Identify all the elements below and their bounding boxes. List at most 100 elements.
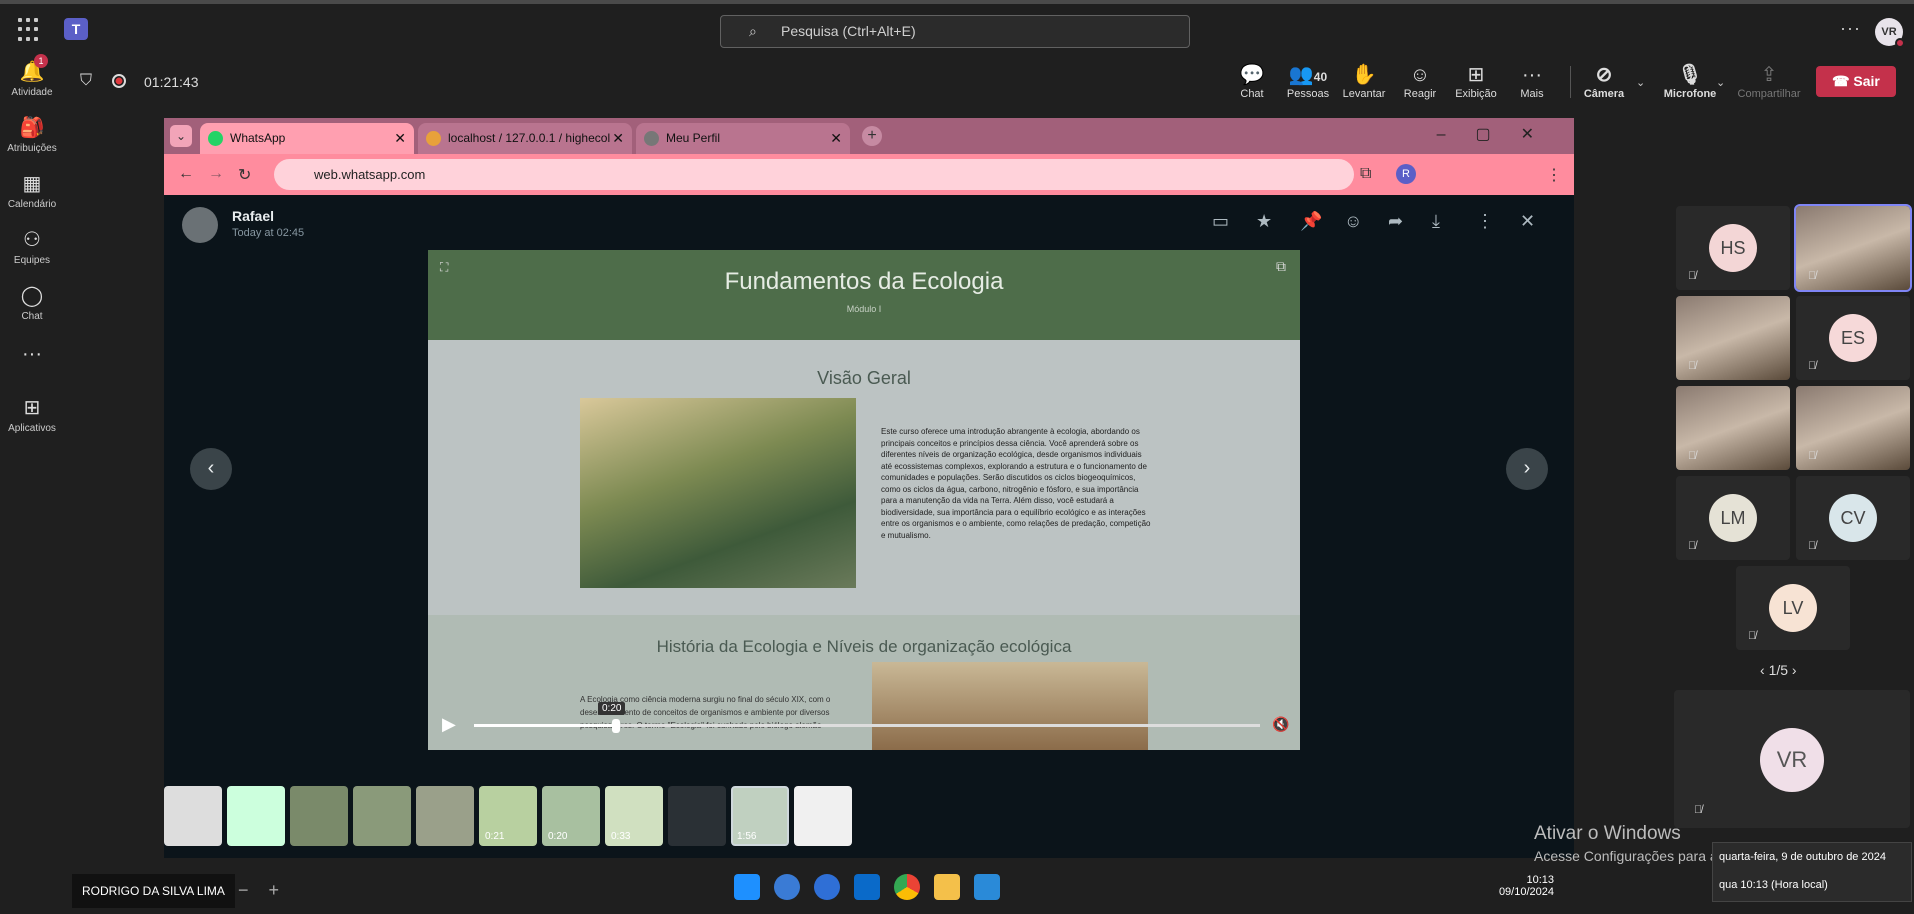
reply-icon[interactable]: ▭ — [1212, 211, 1229, 232]
participant-tile[interactable]: LV 🎙̸ — [1736, 566, 1850, 650]
camera-options-chevron-icon[interactable]: ⌄ — [1636, 76, 1645, 89]
new-tab-button[interactable]: + — [862, 126, 882, 146]
media-thumbnail[interactable]: 0:20 — [542, 786, 600, 846]
camera-button[interactable]: ⊘ Câmera — [1574, 62, 1634, 100]
vscode-icon[interactable] — [854, 874, 880, 900]
notification-badge: 1 — [34, 54, 48, 68]
chrome-icon[interactable] — [894, 874, 920, 900]
extensions-icon[interactable]: ⧉ — [1360, 165, 1371, 183]
media-thumbnail[interactable] — [668, 786, 726, 846]
more-icon[interactable]: ⋮ — [1476, 211, 1494, 232]
close-viewer-icon[interactable]: ✕ — [1520, 211, 1535, 232]
address-bar: ← → ↻ web.whatsapp.com ⧉ R ⋮ — [164, 154, 1574, 195]
tab-phpmyadmin[interactable]: localhost / 127.0.0.1 / highecol ✕ — [418, 123, 632, 154]
media-thumbnail[interactable]: 1:56 — [731, 786, 789, 846]
back-icon[interactable]: ← — [178, 165, 194, 183]
app-icon[interactable] — [774, 874, 800, 900]
rail-item-apps[interactable]: ⊞ Aplicativos — [0, 396, 64, 434]
mute-icon[interactable]: 🔇 — [1272, 716, 1289, 733]
media-thumbnail[interactable] — [164, 786, 222, 846]
picture-in-picture-icon[interactable]: ⧉ — [1276, 258, 1286, 275]
participant-tile[interactable]: CV 🎙̸ — [1796, 476, 1910, 560]
mic-off-icon: 🎙̸ — [1808, 450, 1817, 462]
emoji-icon[interactable]: ☺ — [1344, 211, 1362, 232]
file-explorer-icon[interactable] — [934, 874, 960, 900]
app-icon[interactable] — [974, 874, 1000, 900]
zoom-controls[interactable]: −+ — [238, 880, 299, 901]
system-clock[interactable]: 10:13 09/10/2024 — [1498, 874, 1554, 898]
app-icon[interactable] — [814, 874, 840, 900]
media-thumbnail[interactable] — [227, 786, 285, 846]
rail-item-chat[interactable]: ◯ Chat — [0, 284, 64, 322]
close-tab-icon[interactable]: ✕ — [830, 123, 842, 154]
participant-tile[interactable]: HS 🎙̸ — [1676, 206, 1790, 290]
search-input[interactable]: ⌕ Pesquisa (Ctrl+Alt+E) — [720, 15, 1190, 48]
rail-item-assignments[interactable]: 🎒 Atribuições — [0, 116, 64, 154]
rail-item-teams[interactable]: ⚇ Equipes — [0, 228, 64, 266]
window-controls[interactable]: –▢✕ — [1437, 124, 1564, 144]
forward-icon[interactable]: ➦ — [1388, 211, 1403, 232]
reload-icon[interactable]: ↻ — [238, 165, 251, 185]
rail-item-calendar[interactable]: ▦ Calendário — [0, 172, 64, 210]
windows-start-icon[interactable] — [734, 874, 760, 900]
download-icon[interactable]: ⤓ — [1432, 211, 1440, 232]
participant-pager[interactable]: ‹ 1/5 › — [1760, 662, 1797, 678]
participant-tile[interactable]: 🎙̸ — [1796, 386, 1910, 470]
media-thumbnail[interactable] — [794, 786, 852, 846]
rail-item-activity[interactable]: 🔔 1 Atividade — [0, 54, 64, 98]
share-button[interactable]: ⇪ Compartilhar — [1732, 62, 1806, 100]
profile-icon[interactable]: R — [1396, 164, 1416, 184]
tab-whatsapp[interactable]: WhatsApp ✕ — [200, 123, 414, 154]
chevron-left-icon[interactable]: ‹ — [1760, 662, 1769, 678]
chat-icon: 💬 — [1239, 64, 1265, 86]
mic-options-chevron-icon[interactable]: ⌄ — [1716, 76, 1725, 89]
people-button[interactable]: 👥40 Pessoas — [1278, 62, 1338, 100]
leave-button[interactable]: ☎ Sair — [1816, 66, 1896, 97]
participant-avatar: HS — [1709, 224, 1757, 272]
next-media-button[interactable]: › — [1506, 448, 1548, 490]
participant-tile[interactable]: 🎙̸ — [1794, 204, 1912, 292]
media-thumbnail[interactable]: 0:21 — [479, 786, 537, 846]
close-tab-icon[interactable]: ✕ — [612, 123, 624, 154]
rail-item-more[interactable]: ··· — [0, 342, 64, 369]
star-icon[interactable]: ★ — [1256, 211, 1272, 232]
pin-icon[interactable]: 📌 — [1300, 211, 1322, 232]
chevron-right-icon[interactable]: › — [1788, 662, 1797, 678]
camera-off-icon: ⊘ — [1595, 64, 1613, 86]
more-button[interactable]: ··· Mais — [1502, 62, 1562, 100]
play-icon[interactable]: ▶ — [442, 714, 456, 735]
slide-section-overview: Visão Geral Este curso oferece uma intro… — [428, 340, 1300, 615]
more-options-icon[interactable]: ··· — [1840, 18, 1861, 39]
chat-button[interactable]: 💬 Chat — [1222, 62, 1282, 100]
media-thumbnail[interactable] — [353, 786, 411, 846]
seek-handle[interactable] — [612, 719, 620, 733]
raise-hand-button[interactable]: ✋ Levantar — [1334, 62, 1394, 100]
app-launcher-icon[interactable] — [18, 18, 42, 42]
participant-avatar: CV — [1829, 494, 1877, 542]
participant-tile[interactable]: ES 🎙̸ — [1796, 296, 1910, 380]
previous-media-button[interactable]: ‹ — [190, 448, 232, 490]
fullscreen-icon[interactable]: ⛶ — [440, 260, 448, 275]
people-count: 40 — [1313, 70, 1328, 84]
self-avatar: VR — [1760, 728, 1824, 792]
participant-tile[interactable]: LM 🎙̸ — [1676, 476, 1790, 560]
participant-tile[interactable]: 🎙̸ — [1676, 386, 1790, 470]
media-thumbnail[interactable] — [416, 786, 474, 846]
tab-profile[interactable]: Meu Perfil ✕ — [636, 123, 850, 154]
react-button[interactable]: ☺ Reagir — [1390, 62, 1450, 100]
media-thumbnail[interactable]: 0:33 — [605, 786, 663, 846]
close-tab-icon[interactable]: ✕ — [394, 123, 406, 154]
url-field[interactable]: web.whatsapp.com — [274, 159, 1354, 190]
tab-search-icon[interactable]: ⌄ — [170, 125, 192, 147]
view-button[interactable]: ⊞ Exibição — [1446, 62, 1506, 100]
media-thumbnail[interactable] — [290, 786, 348, 846]
seek-bar[interactable]: 0:20 — [474, 702, 1260, 733]
avatar[interactable]: VR — [1875, 18, 1905, 48]
forward-icon[interactable]: → — [208, 165, 224, 183]
mic-off-icon: 🎙̸ — [1748, 630, 1757, 642]
slide-header: Fundamentos da Ecologia Módulo I ⛶ ⧉ — [428, 250, 1300, 340]
self-video-tile[interactable]: VR 🎙̸ — [1674, 690, 1910, 828]
participant-tile[interactable]: 🎙̸ — [1676, 296, 1790, 380]
video-player[interactable]: Fundamentos da Ecologia Módulo I ⛶ ⧉ Vis… — [428, 250, 1300, 750]
browser-menu-icon[interactable]: ⋮ — [1546, 165, 1562, 185]
